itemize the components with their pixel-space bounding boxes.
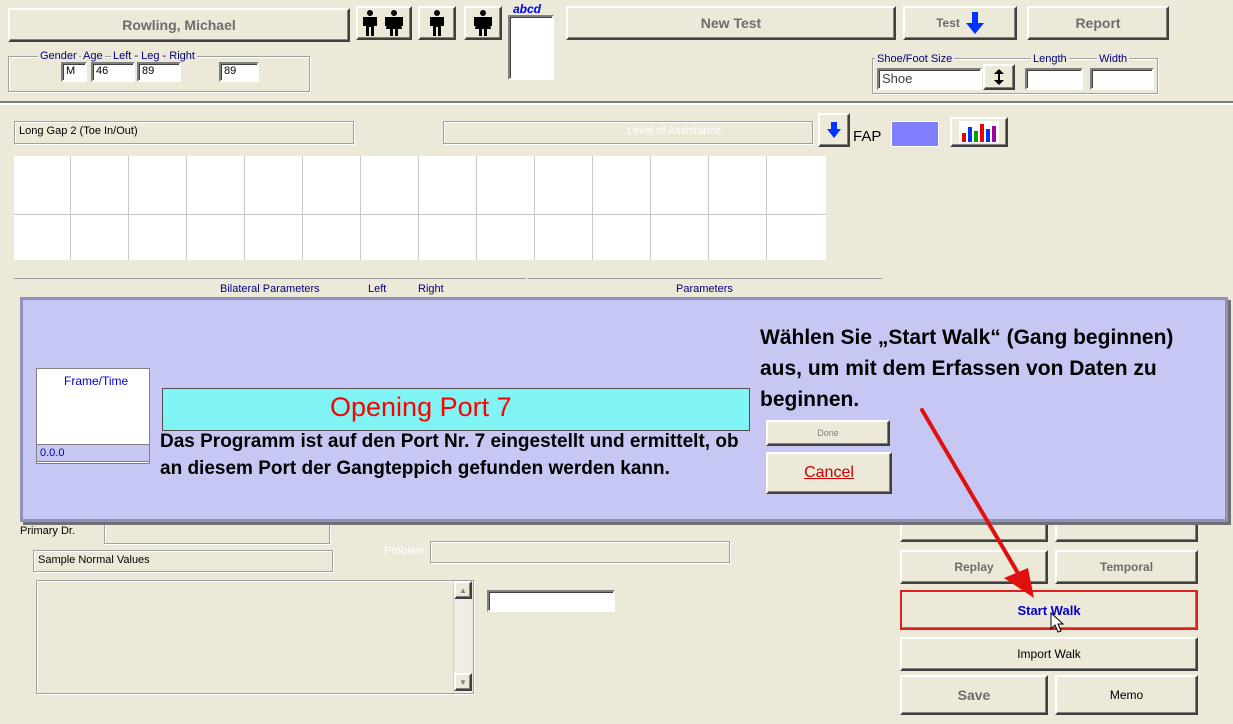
left-leg-field[interactable]: 89 bbox=[137, 62, 181, 82]
shoe-select[interactable]: Shoe bbox=[877, 68, 982, 90]
new-test-button[interactable]: New Test bbox=[566, 6, 896, 40]
aux-input-field[interactable] bbox=[487, 590, 615, 612]
temporal-button[interactable]: Temporal bbox=[1055, 550, 1198, 584]
width-label: Width bbox=[1097, 53, 1130, 65]
left-column-header: Left bbox=[368, 283, 387, 295]
signature-box bbox=[508, 15, 554, 80]
done-button[interactable]: Done bbox=[766, 420, 890, 446]
couple-patient-button[interactable] bbox=[356, 6, 412, 40]
frame-time-label: Frame/Time bbox=[64, 374, 129, 388]
width-field[interactable] bbox=[1090, 68, 1154, 90]
notes-textarea[interactable] bbox=[36, 580, 474, 694]
port-explanation-note: Das Programm ist auf den Port Nr. 7 eing… bbox=[160, 431, 739, 479]
female-patient-button[interactable] bbox=[464, 6, 502, 40]
leg-length-label: Left - Leg - Right bbox=[111, 50, 197, 62]
import-walk-button[interactable]: Import Walk bbox=[900, 637, 1198, 671]
parameters-header: Parameters bbox=[676, 283, 733, 295]
save-button[interactable]: Save bbox=[900, 675, 1048, 715]
scroll-up-button[interactable]: ▲ bbox=[454, 581, 472, 599]
gender-field[interactable]: M bbox=[61, 62, 87, 82]
chart-button[interactable] bbox=[950, 117, 1008, 147]
problem-field[interactable] bbox=[430, 541, 730, 563]
primary-dr-label: Primary Dr. bbox=[20, 525, 75, 537]
shoe-spin-button[interactable] bbox=[983, 64, 1015, 90]
normals-field[interactable]: Sample Normal Values bbox=[33, 550, 333, 572]
couple-icon bbox=[363, 10, 403, 36]
cancel-button[interactable]: Cancel bbox=[766, 452, 892, 494]
up-down-arrow-icon bbox=[994, 69, 1004, 85]
length-field[interactable] bbox=[1025, 68, 1083, 90]
patient-name-button[interactable]: Rowling, Michael bbox=[8, 8, 350, 42]
primary-dr-field[interactable] bbox=[104, 522, 330, 544]
right-leg-field[interactable]: 89 bbox=[219, 62, 259, 82]
notes-scrollbar[interactable]: ▲ ▼ bbox=[453, 581, 472, 693]
male-icon bbox=[430, 10, 444, 36]
abcd-label: abcd bbox=[513, 2, 542, 16]
status-text: Opening Port 7 bbox=[330, 392, 512, 422]
scroll-down-button[interactable]: ▼ bbox=[454, 673, 472, 691]
fap-value-box bbox=[891, 121, 939, 147]
fap-label: FAP bbox=[853, 128, 882, 145]
length-label: Length bbox=[1031, 53, 1069, 65]
arrow-down-icon bbox=[965, 12, 984, 34]
test-button-label: Test bbox=[936, 16, 960, 30]
red-arrow-annotation bbox=[920, 408, 1034, 598]
assistance-dropdown-button[interactable] bbox=[818, 113, 850, 147]
age-field[interactable]: 46 bbox=[91, 62, 135, 82]
assistance-label: Level of Assistance bbox=[627, 125, 722, 137]
arrow-down-icon bbox=[827, 122, 841, 138]
test-button[interactable]: Test bbox=[903, 6, 1017, 40]
mouse-pointer-icon bbox=[1050, 612, 1064, 633]
gender-label: Gender bbox=[38, 50, 79, 62]
report-button[interactable]: Report bbox=[1027, 6, 1169, 40]
bilateral-parameters-header: Bilateral Parameters bbox=[220, 283, 320, 295]
age-label: Age bbox=[81, 50, 105, 62]
male-patient-button[interactable] bbox=[418, 6, 456, 40]
shoe-size-label: Shoe/Foot Size bbox=[875, 53, 955, 65]
bar-chart-icon bbox=[959, 121, 999, 143]
footprint-grid bbox=[14, 156, 826, 260]
female-icon bbox=[474, 10, 492, 36]
problem-label: Problem bbox=[384, 545, 425, 557]
frame-time-value: 0.0.0 bbox=[36, 444, 150, 462]
test-name-field: Long Gap 2 (Toe In/Out) bbox=[14, 121, 354, 144]
memo-button[interactable]: Memo bbox=[1055, 675, 1198, 715]
right-column-header: Right bbox=[418, 283, 444, 295]
